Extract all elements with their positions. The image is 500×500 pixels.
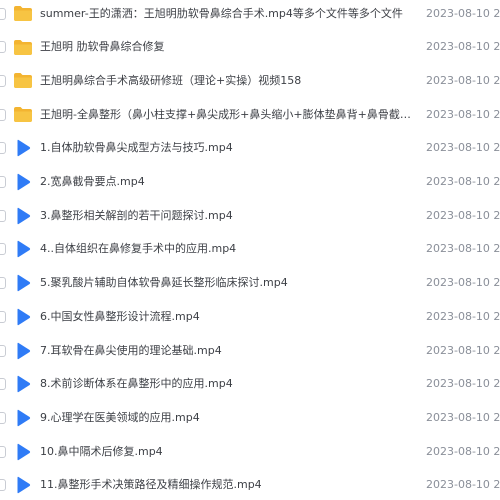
modified-date: 2023-08-10 20:23: [426, 141, 500, 155]
file-row[interactable]: 10.鼻中隔术后修复.mp4 2023-08-10 20:23: [0, 435, 500, 468]
file-list: summer-王的潇洒：王旭明肋软骨鼻综合手术.mp4等多个文件等多个文件 202…: [0, 0, 500, 500]
folder-row[interactable]: 王旭明-全鼻整形（鼻小柱支撑+鼻尖成形+鼻头缩小+膨体垫鼻背+鼻骨截骨+鼻基..…: [0, 98, 500, 131]
file-row[interactable]: 9.心理学在医美领域的应用.mp4 2023-08-10 20:23: [0, 401, 500, 434]
video-play-icon: [12, 205, 34, 227]
file-name[interactable]: 6.中国女性鼻整形设计流程.mp4: [40, 310, 412, 324]
file-row[interactable]: 5.聚乳酸片辅助自体软骨鼻延长整形临床探讨.mp4 2023-08-10 20:2…: [0, 267, 500, 300]
folder-row[interactable]: 王旭明 肋软骨鼻综合修复 2023-08-10 20:23: [0, 31, 500, 64]
modified-date: 2023-08-10 20:23: [426, 40, 500, 54]
row-checkbox[interactable]: [0, 277, 6, 290]
file-name[interactable]: 10.鼻中隔术后修复.mp4: [40, 445, 412, 459]
folder-icon: [12, 70, 34, 92]
file-name[interactable]: 王旭明 肋软骨鼻综合修复: [40, 40, 412, 54]
modified-date: 2023-08-10 20:23: [426, 107, 500, 121]
file-name[interactable]: 9.心理学在医美领域的应用.mp4: [40, 411, 412, 425]
row-checkbox[interactable]: [0, 445, 6, 458]
modified-date: 2023-08-10 20:23: [426, 208, 500, 222]
file-name[interactable]: 3.鼻整形相关解剖的若干问题探讨.mp4: [40, 209, 412, 223]
video-play-icon: [12, 238, 34, 260]
file-row[interactable]: 6.中国女性鼻整形设计流程.mp4 2023-08-10 20:23: [0, 300, 500, 333]
row-checkbox[interactable]: [0, 41, 6, 54]
file-row[interactable]: 8.术前诊断体系在鼻整形中的应用.mp4 2023-08-10 20:23: [0, 368, 500, 401]
folder-icon: [12, 3, 34, 25]
row-checkbox[interactable]: [0, 108, 6, 121]
row-checkbox[interactable]: [0, 209, 6, 222]
modified-date: 2023-08-10 20:23: [426, 478, 500, 492]
row-checkbox[interactable]: [0, 142, 6, 155]
file-row[interactable]: 11.鼻整形手术决策路径及精细操作规范.mp4 2023-08-10 20:23: [0, 469, 500, 500]
file-name[interactable]: 2.宽鼻截骨要点.mp4: [40, 175, 412, 189]
modified-date: 2023-08-10 20:23: [426, 6, 500, 20]
file-name[interactable]: 8.术前诊断体系在鼻整形中的应用.mp4: [40, 377, 412, 391]
row-checkbox[interactable]: [0, 378, 6, 391]
file-row[interactable]: 4..自体组织在鼻修复手术中的应用.mp4 2023-08-10 20:23: [0, 233, 500, 266]
file-row[interactable]: 3.鼻整形相关解剖的若干问题探讨.mp4 2023-08-10 20:23: [0, 199, 500, 232]
modified-date: 2023-08-10 20:23: [426, 276, 500, 290]
video-play-icon: [12, 306, 34, 328]
folder-row[interactable]: 王旭明鼻综合手术高级研修班（理论+实操）视频158 2023-08-10 20:2…: [0, 64, 500, 97]
video-play-icon: [12, 171, 34, 193]
file-name[interactable]: 11.鼻整形手术决策路径及精细操作规范.mp4: [40, 478, 412, 492]
file-row[interactable]: 2.宽鼻截骨要点.mp4 2023-08-10 20:23: [0, 166, 500, 199]
row-checkbox[interactable]: [0, 243, 6, 256]
video-play-icon: [12, 441, 34, 463]
modified-date: 2023-08-10 20:23: [426, 73, 500, 87]
file-name[interactable]: 王旭明-全鼻整形（鼻小柱支撑+鼻尖成形+鼻头缩小+膨体垫鼻背+鼻骨截骨+鼻基..…: [40, 108, 412, 122]
video-play-icon: [12, 407, 34, 429]
row-checkbox[interactable]: [0, 74, 6, 87]
folder-icon: [12, 104, 34, 126]
row-checkbox[interactable]: [0, 411, 6, 424]
modified-date: 2023-08-10 20:23: [426, 242, 500, 256]
modified-date: 2023-08-10 20:23: [426, 343, 500, 357]
modified-date: 2023-08-10 20:23: [426, 444, 500, 458]
row-checkbox[interactable]: [0, 176, 6, 188]
modified-date: 2023-08-10 20:23: [426, 377, 500, 391]
video-play-icon: [12, 373, 34, 395]
video-play-icon: [12, 340, 34, 362]
folder-row[interactable]: summer-王的潇洒：王旭明肋软骨鼻综合手术.mp4等多个文件等多个文件 202…: [0, 0, 500, 30]
file-name[interactable]: 1.自体肋软骨鼻尖成型方法与技巧.mp4: [40, 141, 412, 155]
file-name[interactable]: 5.聚乳酸片辅助自体软骨鼻延长整形临床探讨.mp4: [40, 276, 412, 290]
row-checkbox[interactable]: [0, 7, 6, 20]
video-play-icon: [12, 474, 34, 496]
row-checkbox[interactable]: [0, 479, 6, 492]
folder-icon: [12, 36, 34, 58]
modified-date: 2023-08-10 20:23: [426, 175, 500, 188]
video-play-icon: [12, 272, 34, 294]
file-row[interactable]: 1.自体肋软骨鼻尖成型方法与技巧.mp4 2023-08-10 20:23: [0, 132, 500, 165]
file-name[interactable]: summer-王的潇洒：王旭明肋软骨鼻综合手术.mp4等多个文件等多个文件: [40, 7, 412, 21]
row-checkbox[interactable]: [0, 344, 6, 357]
file-name[interactable]: 7.耳软骨在鼻尖使用的理论基础.mp4: [40, 344, 412, 358]
row-checkbox[interactable]: [0, 310, 6, 323]
modified-date: 2023-08-10 20:23: [426, 309, 500, 323]
file-name[interactable]: 4..自体组织在鼻修复手术中的应用.mp4: [40, 242, 412, 256]
modified-date: 2023-08-10 20:23: [426, 410, 500, 424]
file-row[interactable]: 7.耳软骨在鼻尖使用的理论基础.mp4 2023-08-10 20:23: [0, 334, 500, 367]
file-name[interactable]: 王旭明鼻综合手术高级研修班（理论+实操）视频158: [40, 74, 412, 88]
video-play-icon: [12, 137, 34, 159]
